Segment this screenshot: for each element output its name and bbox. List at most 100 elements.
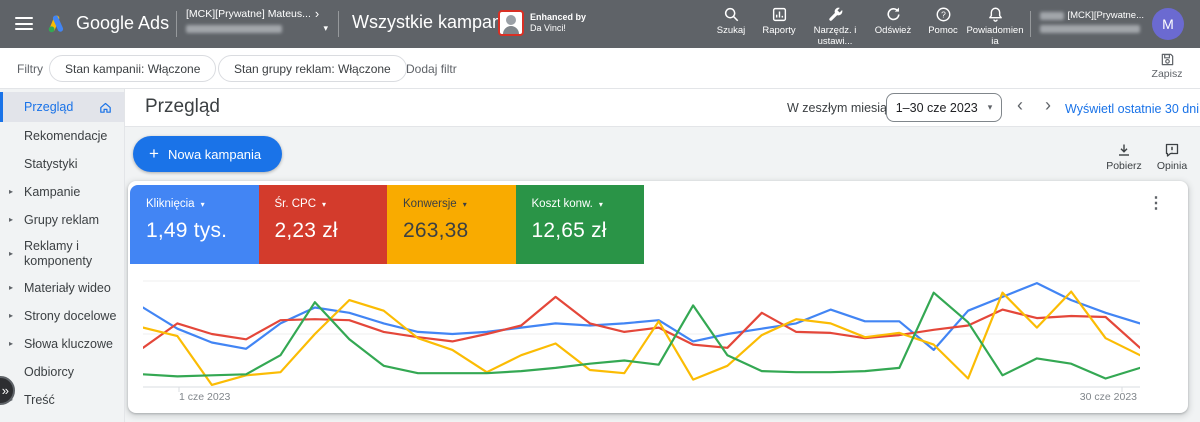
chevron-right-icon: › — [315, 9, 319, 19]
topbar-divider — [338, 11, 339, 37]
sidebar-item-label: Kampanie — [24, 185, 80, 200]
help-button[interactable]: ? Pomoc — [920, 6, 966, 48]
save-button[interactable]: Zapisz — [1144, 52, 1190, 80]
sidebar-item-slowa-kluczowe[interactable]: ▸Słowa kluczowe — [0, 330, 124, 358]
topbar: Google Ads [MCK][Prywatne] Mateus... › ▾… — [0, 0, 1200, 48]
redacted-account-subtitle — [186, 25, 282, 33]
scorecard-koszt-konw[interactable]: Koszt konw.▾ 12,65 zł — [516, 185, 645, 264]
nav-label: Odśwież — [875, 26, 911, 37]
download-icon — [1116, 142, 1132, 158]
plus-icon: + — [149, 144, 159, 164]
sidebar-item-przeglad[interactable]: Przegląd — [0, 92, 124, 122]
search-button[interactable]: Szukaj — [708, 6, 754, 48]
sidebar-item-odbiorcy[interactable]: Odbiorcy — [0, 358, 124, 386]
new-campaign-button[interactable]: + Nowa kampania — [133, 136, 282, 172]
reports-button[interactable]: Raporty — [754, 6, 804, 48]
sidebar-item-label: Odbiorcy — [24, 365, 74, 380]
nav-label: Szukaj — [717, 26, 746, 37]
sidebar-item-grupy-reklam[interactable]: ▸Grupy reklam — [0, 206, 124, 234]
account-selector-label: [MCK][Prywatne] Mateus... — [186, 8, 311, 20]
sidebar-item-tresc[interactable]: ▸Treść — [0, 386, 124, 414]
sidebar-item-label: Rekomendacje — [24, 129, 107, 144]
nav-label: Pomoc — [928, 26, 958, 37]
tools-settings-button[interactable]: Narzędz. i ustawi... — [804, 6, 866, 48]
chart-series-Koszt konw. — [143, 293, 1140, 379]
chart-series-Kliknięcia — [143, 283, 1140, 350]
scorecard-konwersje[interactable]: Konwersje▾ 263,38 — [387, 185, 516, 264]
sidebar-item-label: Statystyki — [24, 157, 78, 172]
refresh-button[interactable]: Odśwież — [866, 6, 920, 48]
next-period-button[interactable]: › — [1045, 95, 1051, 116]
filter-chip-campaign-status[interactable]: Stan kampanii: Włączone — [49, 55, 216, 82]
date-preset-label: W zeszłym miesiącu — [787, 101, 900, 115]
scorecard-label: Kliknięcia — [146, 198, 195, 210]
notifications-icon — [987, 6, 1004, 23]
download-button[interactable]: Pobierz — [1100, 142, 1148, 172]
davinci-extension-badge[interactable]: Enhanced by Da Vinci! — [498, 10, 586, 36]
davinci-icon — [498, 10, 524, 36]
topbar-divider — [1030, 11, 1031, 37]
davinci-badge-text: Enhanced by Da Vinci! — [530, 12, 586, 34]
scorecard-value: 12,65 zł — [532, 219, 645, 243]
topbar-nav: Szukaj Raporty Narzędz. i ustawi... Odśw… — [708, 6, 1024, 48]
scorecard-label: Śr. CPC — [275, 198, 317, 210]
notifications-button[interactable]: Powiadomienia — [966, 6, 1024, 48]
topbar-page-title: Wszystkie kampanie — [352, 12, 516, 33]
sidebar-item-label: Materiały wideo — [24, 281, 111, 296]
save-icon — [1160, 52, 1175, 67]
caret-down-icon: ▾ — [201, 200, 205, 209]
show-last-30-days-link[interactable]: Wyświetl ostatnie 30 dni — [1065, 102, 1199, 116]
sidebar-nav: Przegląd Rekomendacje Statystyki ▸ Kampan… — [0, 89, 125, 422]
filter-bar: Filtry Stan kampanii: Włączone Stan grup… — [0, 48, 1200, 89]
svg-text:?: ? — [941, 10, 946, 20]
scorecard-kliknięcia[interactable]: Kliknięcia▾ 1,49 tys. — [130, 185, 259, 264]
google-ads-logo-icon[interactable] — [44, 12, 68, 36]
card-options-menu[interactable]: ⋮ — [1148, 196, 1164, 212]
sidebar-item-strony-docelowe[interactable]: ▸ Strony docelowe — [0, 302, 124, 330]
page-title: Przegląd — [145, 96, 220, 118]
sidebar-item-label: Treść — [24, 393, 55, 408]
expand-arrow-icon: ▸ — [9, 311, 13, 321]
expand-arrow-icon: ▸ — [9, 187, 13, 197]
feedback-button[interactable]: Opinia — [1148, 142, 1196, 172]
google-ads-app: Google Ads [MCK][Prywatne] Mateus... › ▾… — [0, 0, 1200, 422]
timeseries-chart — [143, 273, 1140, 393]
caret-down-icon: ▾ — [323, 23, 328, 34]
brand-name[interactable]: Google Ads — [76, 13, 169, 34]
metric-scorecards: Kliknięcia▾ 1,49 tys. Śr. CPC▾ 2,23 zł K… — [130, 185, 644, 264]
date-range-picker[interactable]: 1–30 cze 2023 ▾ — [886, 93, 1002, 122]
help-icon: ? — [935, 6, 952, 23]
tools-icon — [827, 6, 844, 23]
page-header: Przegląd W zeszłym miesiącu 1–30 cze 202… — [125, 89, 1200, 127]
avatar[interactable]: M — [1152, 8, 1184, 40]
filter-chip-adgroup-status[interactable]: Stan grupy reklam: Włączone — [218, 55, 407, 82]
caret-down-icon: ▾ — [322, 200, 326, 209]
user-account-partial: [MCK][Prywatne... — [1067, 10, 1144, 21]
scorecard-sr-cpc[interactable]: Śr. CPC▾ 2,23 zł — [259, 185, 388, 264]
user-account-info[interactable]: [MCK][Prywatne... — [1040, 10, 1144, 36]
menu-icon[interactable] — [15, 17, 33, 30]
feedback-icon — [1164, 142, 1180, 158]
feedback-label: Opinia — [1157, 160, 1187, 172]
sidebar-item-materialy-wideo[interactable]: ▸Materiały wideo — [0, 274, 124, 302]
expand-arrow-icon: ▸ — [9, 249, 13, 259]
refresh-icon — [885, 6, 902, 23]
add-filter-button[interactable]: Dodaj filtr — [406, 62, 457, 76]
sidebar-item-rekomendacje[interactable]: Rekomendacje — [0, 122, 124, 150]
nav-label: Raporty — [762, 26, 795, 37]
sidebar-item-kampanie[interactable]: ▸ Kampanie — [0, 178, 124, 206]
sidebar-item-statystyki[interactable]: Statystyki — [0, 150, 124, 178]
sidebar-item-label: Przegląd — [24, 100, 73, 115]
account-selector[interactable]: [MCK][Prywatne] Mateus... › ▾ — [186, 8, 328, 38]
sidebar-item-label: Grupy reklam — [24, 213, 99, 228]
previous-period-button[interactable]: ‹ — [1017, 95, 1023, 116]
new-campaign-label: Nowa kampania — [168, 147, 261, 162]
home-icon — [98, 100, 113, 115]
sidebar-item-reklamy-i-komponenty[interactable]: ▸Reklamy i komponenty — [0, 234, 124, 274]
davinci-line2: Da Vinci! — [530, 23, 566, 33]
overview-chart-card: Kliknięcia▾ 1,49 tys. Śr. CPC▾ 2,23 zł K… — [128, 181, 1188, 413]
topbar-divider — [176, 11, 177, 37]
sidebar-item-label: Strony docelowe — [24, 309, 116, 324]
davinci-line1: Enhanced by — [530, 12, 586, 23]
download-label: Pobierz — [1106, 160, 1142, 172]
